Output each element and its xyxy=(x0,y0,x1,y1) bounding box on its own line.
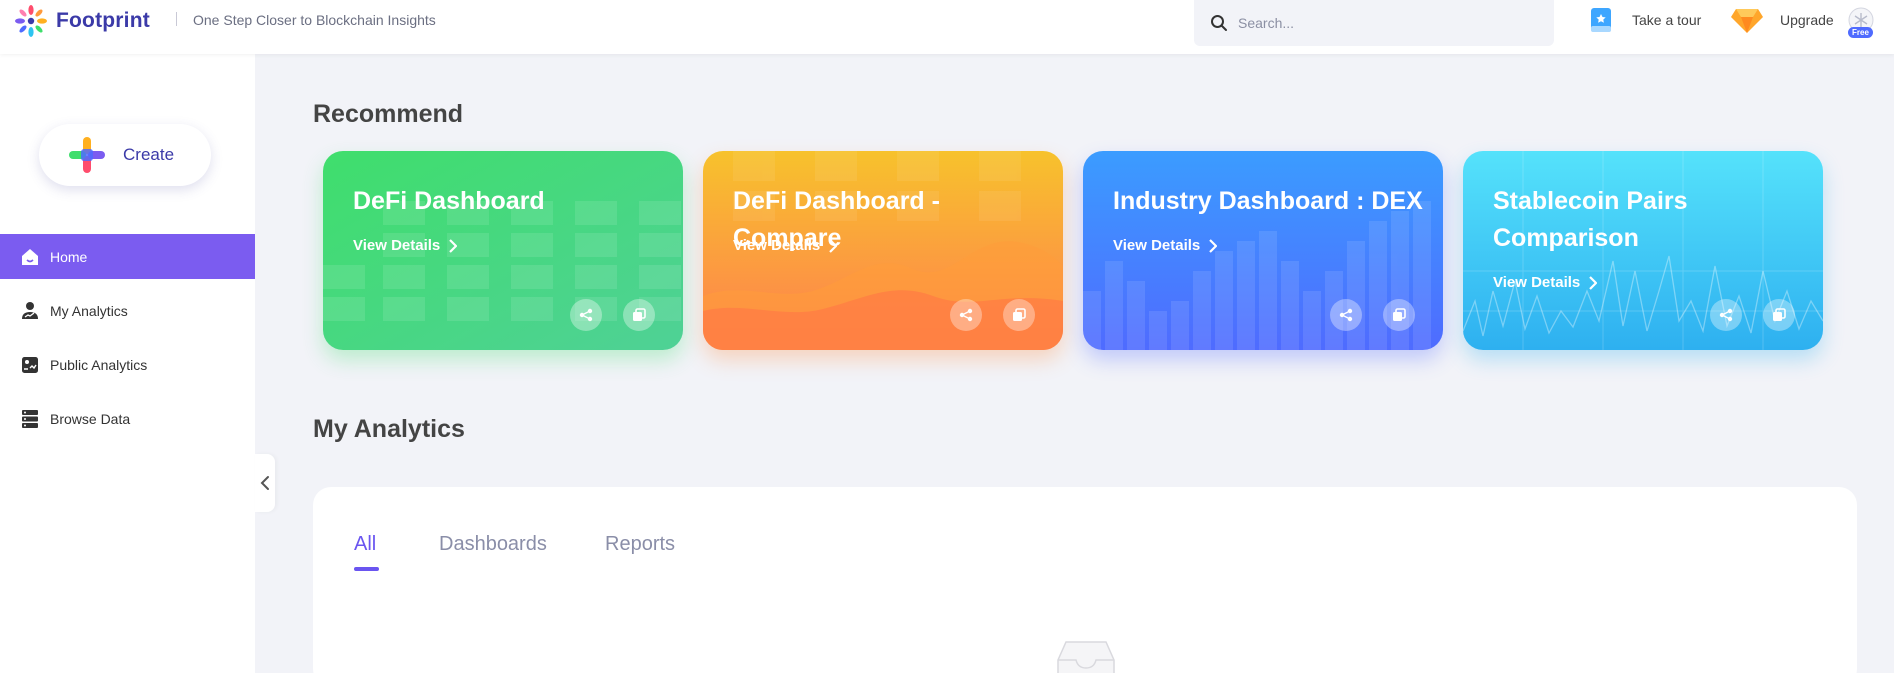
card-title: Industry Dashboard : DEX xyxy=(1113,187,1423,215)
sidebar-item-label: Browse Data xyxy=(50,410,131,427)
my-analytics-panel: All Dashboards Reports xyxy=(313,487,1857,673)
recommend-card-stablecoin[interactable]: Stablecoin Pairs Comparison View Details xyxy=(1463,151,1823,350)
upgrade-button[interactable]: Upgrade xyxy=(1730,6,1834,34)
public-analytics-icon xyxy=(20,355,40,375)
sidebar-item-label: Public Analytics xyxy=(50,356,148,373)
database-icon xyxy=(20,409,40,429)
view-details-label: View Details xyxy=(353,237,441,254)
search-box[interactable] xyxy=(1194,0,1554,46)
share-button[interactable] xyxy=(950,299,982,331)
user-chart-icon xyxy=(20,301,40,321)
empty-inbox-icon xyxy=(1057,641,1115,673)
upgrade-label: Upgrade xyxy=(1780,12,1834,28)
top-bar: Footprint One Step Closer to Blockchain … xyxy=(0,0,1894,54)
create-button[interactable]: Create xyxy=(39,124,211,186)
create-plus-icon xyxy=(69,137,105,173)
create-label: Create xyxy=(123,145,175,164)
view-details-label: View Details xyxy=(733,237,821,254)
recommend-card-industry-dex[interactable]: Industry Dashboard : DEX View Details xyxy=(1083,151,1443,350)
brand-logo[interactable]: Footprint xyxy=(14,4,150,38)
view-details-link[interactable]: View Details xyxy=(1493,274,1598,291)
sidebar-item-browse-data[interactable]: Browse Data xyxy=(0,396,255,441)
active-tab-indicator xyxy=(354,567,379,571)
chevron-right-icon xyxy=(1589,275,1598,290)
copy-icon xyxy=(1773,308,1786,321)
footprint-logo-icon xyxy=(15,5,47,37)
tab-reports[interactable]: Reports xyxy=(605,533,675,556)
card-title: DeFi Dashboard xyxy=(353,187,545,215)
copy-icon xyxy=(633,308,646,321)
share-icon xyxy=(579,308,593,322)
book-icon xyxy=(1591,8,1611,32)
chevron-right-icon xyxy=(829,238,838,253)
diamond-icon xyxy=(1731,9,1763,33)
recommend-card-defi-dashboard[interactable]: DeFi Dashboard View Details xyxy=(323,151,683,350)
sidebar-item-label: Home xyxy=(50,248,88,265)
share-icon xyxy=(1719,308,1733,322)
sidebar-item-label: My Analytics xyxy=(50,302,128,319)
share-button[interactable] xyxy=(1710,299,1742,331)
copy-button[interactable] xyxy=(623,299,655,331)
view-details-link[interactable]: View Details xyxy=(733,237,838,254)
sidebar: Create Home My Analytics Public Analytic… xyxy=(0,54,255,673)
sidebar-item-public-analytics[interactable]: Public Analytics xyxy=(0,342,255,387)
take-tour-label: Take a tour xyxy=(1632,12,1702,28)
header-divider xyxy=(176,12,177,26)
copy-icon xyxy=(1013,308,1026,321)
search-input[interactable] xyxy=(1238,15,1538,31)
share-button[interactable] xyxy=(570,299,602,331)
tagline: One Step Closer to Blockchain Insights xyxy=(193,12,436,28)
chevron-right-icon xyxy=(1209,238,1218,253)
my-analytics-heading: My Analytics xyxy=(313,415,465,443)
home-icon xyxy=(20,247,40,267)
share-icon xyxy=(959,308,973,322)
view-details-link[interactable]: View Details xyxy=(1113,237,1218,254)
share-icon xyxy=(1339,308,1353,322)
chevron-left-icon xyxy=(260,476,269,490)
plan-badge: Free xyxy=(1848,27,1873,38)
copy-button[interactable] xyxy=(1003,299,1035,331)
tab-all[interactable]: All xyxy=(354,533,376,556)
copy-button[interactable] xyxy=(1383,299,1415,331)
brand-name: Footprint xyxy=(56,9,150,32)
tab-dashboards[interactable]: Dashboards xyxy=(439,533,547,556)
card-title: Stablecoin Pairs Comparison xyxy=(1493,187,1688,252)
share-button[interactable] xyxy=(1330,299,1362,331)
take-tour-button[interactable]: Take a tour xyxy=(1588,6,1701,34)
recommend-card-defi-compare[interactable]: DeFi Dashboard - Compare View Details xyxy=(703,151,1063,350)
copy-icon xyxy=(1393,308,1406,321)
search-icon xyxy=(1211,15,1227,31)
recommend-heading: Recommend xyxy=(313,100,464,128)
sidebar-item-my-analytics[interactable]: My Analytics xyxy=(0,288,255,333)
view-details-link[interactable]: View Details xyxy=(353,237,458,254)
view-details-label: View Details xyxy=(1113,237,1201,254)
copy-button[interactable] xyxy=(1763,299,1795,331)
chevron-right-icon xyxy=(449,238,458,253)
collapse-sidebar-button[interactable] xyxy=(255,454,275,512)
view-details-label: View Details xyxy=(1493,274,1581,291)
sidebar-item-home[interactable]: Home xyxy=(0,234,255,279)
